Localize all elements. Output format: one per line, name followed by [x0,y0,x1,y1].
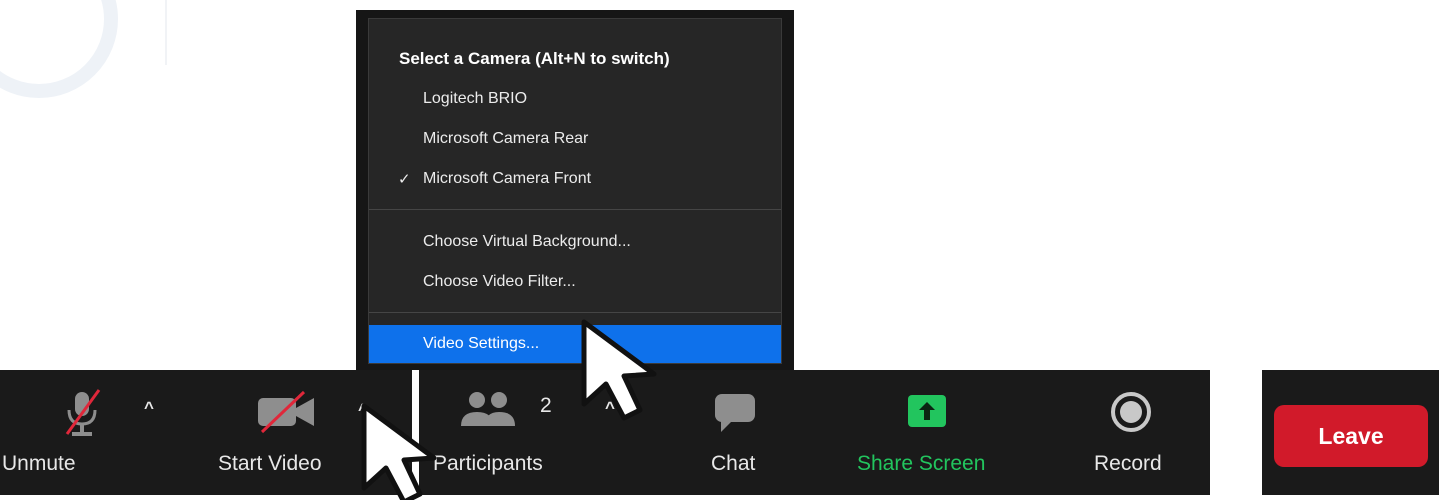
camera-option-microsoft-front[interactable]: ✓ Microsoft Camera Front [369,161,781,197]
video-off-icon [258,390,314,434]
choose-virtual-background-item[interactable]: Choose Virtual Background... [369,224,781,260]
camera-option-label: Microsoft Camera Front [423,170,592,187]
record-icon [1111,392,1151,432]
muted-microphone-icon [65,389,101,436]
record-button[interactable]: Record [1079,370,1189,495]
camera-menu-header: Select a Camera (Alt+N to switch) [399,49,670,68]
participant-count: 2 [540,394,552,417]
leave-button[interactable]: Leave [1274,405,1428,467]
toolbar-audio-video: ^ Unmute ^ Start Video [0,370,412,495]
camera-option-label: Logitech BRIO [423,90,528,107]
background-decoration [0,0,118,98]
menu-item-label: Choose Video Filter... [423,273,576,290]
camera-menu-shadow: Select a Camera (Alt+N to switch) Logite… [356,10,794,370]
unmute-label: Unmute [2,452,76,475]
camera-option-logitech-brio[interactable]: Logitech BRIO [369,81,781,117]
chat-button[interactable]: Chat [689,370,789,495]
background-divider [165,0,167,65]
start-video-label: Start Video [218,452,322,475]
toolbar-leave: Leave [1262,370,1439,495]
pointer-cursor-icon [581,319,657,421]
share-screen-button[interactable]: Share Screen [849,370,1019,495]
camera-menu: Select a Camera (Alt+N to switch) Logite… [368,18,782,364]
menu-separator [369,209,781,210]
choose-video-filter-item[interactable]: Choose Video Filter... [369,264,781,300]
audio-options-caret[interactable]: ^ [144,398,154,418]
pointer-cursor-icon [361,403,437,500]
record-label: Record [1094,452,1162,475]
video-settings-item[interactable]: Video Settings... [369,325,781,363]
toolbar-meeting-controls: 2 ^ Participants Chat Share Screen Recor… [419,370,1210,495]
menu-item-label: Choose Virtual Background... [423,233,631,250]
camera-option-label: Microsoft Camera Rear [423,130,589,147]
share-screen-label: Share Screen [857,452,986,475]
unmute-button[interactable]: ^ Unmute [0,370,200,495]
checkmark-icon: ✓ [398,171,411,188]
camera-option-microsoft-rear[interactable]: Microsoft Camera Rear [369,121,781,157]
menu-separator [369,312,781,313]
chat-bubble-icon [715,394,755,432]
participants-icon [461,392,515,426]
share-screen-icon [908,395,946,427]
menu-item-label: Video Settings... [423,335,540,352]
chat-label: Chat [711,452,756,475]
